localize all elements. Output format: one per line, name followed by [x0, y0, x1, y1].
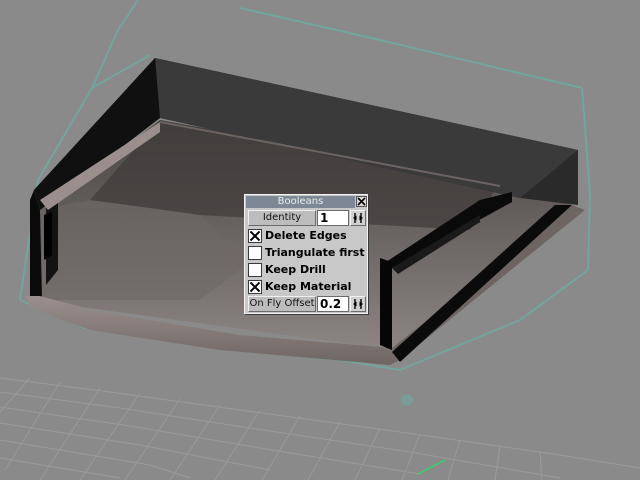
keep-material-label: Keep Material	[265, 280, 352, 293]
offset-row: On Fly Offset 0.2	[246, 295, 367, 313]
identity-button[interactable]: Identity	[248, 210, 316, 226]
close-icon[interactable]	[356, 196, 367, 207]
triangulate-first-checkbox[interactable]	[248, 246, 262, 260]
x-checkmark-icon	[249, 281, 261, 293]
spinner-arrows-icon[interactable]	[350, 296, 366, 312]
keep-drill-checkbox[interactable]	[248, 263, 262, 277]
keep-material-checkbox[interactable]	[248, 280, 262, 294]
panel-title[interactable]: Booleans	[246, 196, 355, 208]
triangulate-first-label: Triangulate first	[265, 246, 365, 259]
delete-edges-label: Delete Edges	[265, 229, 347, 242]
booleans-panel: Booleans Identity 1 Delete Edges Triangu…	[244, 194, 368, 314]
option-keep-material[interactable]: Keep Material	[246, 279, 367, 296]
close-glyph	[357, 197, 366, 206]
identity-row: Identity 1	[246, 209, 367, 227]
keep-drill-label: Keep Drill	[265, 263, 326, 276]
option-triangulate-first[interactable]: Triangulate first	[246, 245, 367, 262]
delete-edges-checkbox[interactable]	[248, 229, 262, 243]
spinner-arrows-icon[interactable]	[350, 210, 366, 226]
on-fly-offset-button[interactable]: On Fly Offset	[248, 296, 316, 312]
identity-value-field[interactable]: 1	[317, 210, 349, 226]
offset-value-field[interactable]: 0.2	[317, 296, 349, 312]
x-checkmark-icon	[249, 230, 261, 242]
option-keep-drill[interactable]: Keep Drill	[246, 262, 367, 279]
option-delete-edges[interactable]: Delete Edges	[246, 228, 367, 245]
